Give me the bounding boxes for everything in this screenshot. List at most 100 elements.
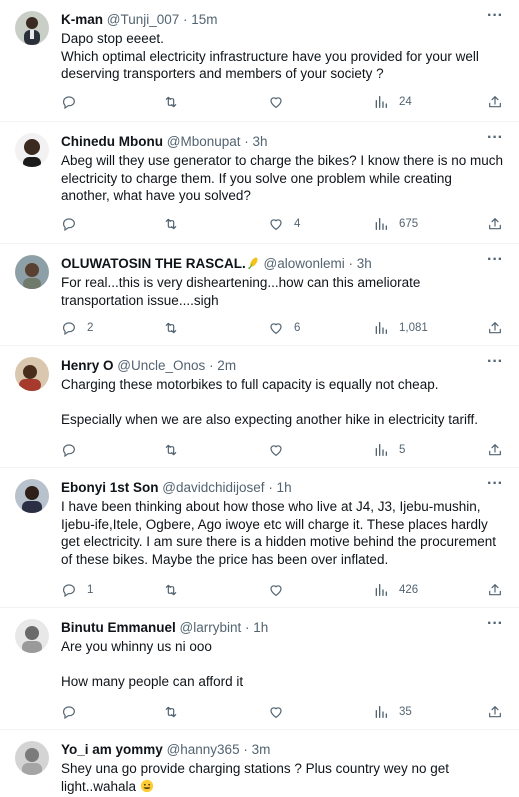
- tweet-text: Charging these motorbikes to full capaci…: [61, 377, 478, 427]
- like-button[interactable]: 4: [268, 215, 300, 233]
- like-button[interactable]: [268, 703, 294, 721]
- reply-icon: [63, 322, 75, 336]
- tweet-header: K-man @Tunji_007 · 15m: [61, 11, 489, 29]
- retweet-button[interactable]: [163, 319, 189, 337]
- share-button[interactable]: [487, 581, 503, 599]
- tweet[interactable]: Henry O @Uncle_Onos · 2m ··· Charging th…: [0, 346, 519, 468]
- reply-button[interactable]: [61, 441, 87, 459]
- more-icon[interactable]: ···: [485, 130, 505, 148]
- tweet-text: For real...this is very disheartening...…: [61, 275, 421, 308]
- share-icon: [489, 584, 501, 596]
- avatar[interactable]: [15, 619, 49, 653]
- display-name[interactable]: Chinedu Mbonu: [61, 134, 163, 149]
- timestamp[interactable]: · 3h: [244, 134, 267, 149]
- handle[interactable]: @larrybint: [180, 620, 242, 635]
- views-button[interactable]: 426: [373, 581, 418, 599]
- retweet-button[interactable]: [163, 703, 189, 721]
- like-icon: [270, 219, 282, 230]
- timestamp[interactable]: · 1h: [245, 620, 268, 635]
- tweet[interactable]: Binutu Emmanuel @larrybint · 1h ··· Are …: [0, 608, 519, 730]
- display-name[interactable]: Henry O: [61, 358, 114, 373]
- share-button[interactable]: [487, 703, 503, 721]
- tweet-header: Ebonyi 1st Son @davidchidijosef · 1h: [61, 479, 489, 497]
- views-button[interactable]: 35: [373, 703, 412, 721]
- views-button[interactable]: 24: [373, 93, 412, 111]
- more-icon[interactable]: ···: [485, 8, 505, 26]
- reply-button[interactable]: [61, 93, 87, 111]
- views-icon: [375, 96, 387, 108]
- timestamp[interactable]: · 1h: [268, 480, 291, 495]
- handle[interactable]: @Mbonupat: [167, 134, 241, 149]
- retweet-icon: [165, 218, 177, 230]
- tweet-text: I have been thinking about how those who…: [61, 499, 496, 567]
- reply-icon: [63, 444, 75, 458]
- tweet[interactable]: OLUWATOSIN THE RASCAL. @alowonlemi · 3h …: [0, 244, 519, 346]
- reply-icon: [63, 584, 75, 598]
- more-icon[interactable]: ···: [485, 252, 505, 270]
- more-icon[interactable]: ···: [485, 616, 505, 634]
- like-button[interactable]: [268, 581, 294, 599]
- share-icon: [489, 322, 501, 334]
- tweet-header: Binutu Emmanuel @larrybint · 1h: [61, 619, 489, 637]
- share-button[interactable]: [487, 215, 503, 233]
- tweet[interactable]: Yo_i am yommy @hanny365 · 3m Shey una go…: [0, 730, 519, 797]
- reply-button[interactable]: [61, 215, 87, 233]
- retweet-button[interactable]: [163, 581, 189, 599]
- tweet[interactable]: K-man @Tunji_007 · 15m ··· Dapo stop eee…: [0, 0, 519, 122]
- reply-count: 1: [87, 584, 94, 596]
- views-button[interactable]: 1,081: [373, 319, 428, 337]
- like-button[interactable]: 6: [268, 319, 300, 337]
- tweet-actions: 4 675: [61, 215, 503, 233]
- timestamp[interactable]: · 15m: [183, 12, 218, 27]
- avatar[interactable]: [15, 255, 49, 289]
- more-icon[interactable]: ···: [485, 476, 505, 494]
- display-name[interactable]: OLUWATOSIN THE RASCAL.: [61, 256, 246, 271]
- avatar[interactable]: [15, 479, 49, 513]
- display-name[interactable]: Yo_i am yommy: [61, 742, 163, 757]
- share-button[interactable]: [487, 93, 503, 111]
- reply-button[interactable]: 1: [61, 581, 93, 599]
- handle[interactable]: @Tunji_007: [107, 12, 180, 27]
- reply-count: 2: [87, 322, 94, 334]
- display-name[interactable]: K-man: [61, 12, 103, 27]
- reply-button[interactable]: [61, 703, 87, 721]
- reply-button[interactable]: 2: [61, 319, 93, 337]
- timestamp[interactable]: · 3h: [349, 256, 372, 271]
- handle[interactable]: @hanny365: [167, 742, 240, 757]
- views-button[interactable]: 675: [373, 215, 418, 233]
- like-button[interactable]: [268, 441, 294, 459]
- avatar[interactable]: [15, 11, 49, 45]
- share-button[interactable]: [487, 441, 503, 459]
- like-icon: [270, 585, 282, 596]
- timestamp[interactable]: · 3m: [243, 742, 270, 757]
- like-button[interactable]: [268, 93, 294, 111]
- more-icon[interactable]: ···: [485, 354, 505, 372]
- timestamp[interactable]: · 2m: [209, 358, 236, 373]
- avatar[interactable]: [15, 741, 49, 775]
- handle[interactable]: @alowonlemi: [264, 256, 345, 271]
- tweet[interactable]: Ebonyi 1st Son @davidchidijosef · 1h ···…: [0, 468, 519, 608]
- handle[interactable]: @Uncle_Onos: [117, 358, 205, 373]
- share-icon: [489, 96, 501, 108]
- views-icon: [375, 218, 387, 230]
- retweet-icon: [165, 96, 177, 108]
- tweet-actions: 35: [61, 703, 503, 721]
- handle[interactable]: @davidchidijosef: [162, 480, 264, 495]
- views-button[interactable]: 5: [373, 441, 405, 459]
- views-icon: [375, 322, 387, 334]
- share-button[interactable]: [487, 319, 503, 337]
- avatar[interactable]: [15, 133, 49, 167]
- display-name[interactable]: Binutu Emmanuel: [61, 620, 176, 635]
- avatar[interactable]: [15, 357, 49, 391]
- tweet-text-content: Shey una go provide charging stations ? …: [61, 761, 449, 794]
- views-count: 1,081: [399, 322, 428, 334]
- tweet[interactable]: Chinedu Mbonu @Mbonupat · 3h ··· Abeg wi…: [0, 122, 519, 244]
- display-name[interactable]: Ebonyi 1st Son: [61, 480, 159, 495]
- retweet-button[interactable]: [163, 441, 189, 459]
- tweet-actions: 5: [61, 441, 503, 459]
- retweet-button[interactable]: [163, 215, 189, 233]
- reply-icon: [63, 218, 75, 232]
- tweet-text: Abeg will they use generator to charge t…: [61, 153, 503, 203]
- retweet-button[interactable]: [163, 93, 189, 111]
- views-icon: [375, 706, 387, 718]
